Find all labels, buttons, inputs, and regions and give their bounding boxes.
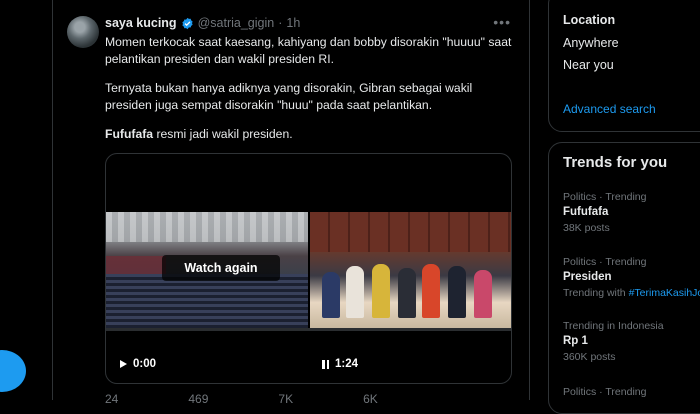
video-player[interactable]: Watch again 0:00 1:24 — [105, 153, 512, 384]
repost-count[interactable]: 469 — [188, 392, 208, 406]
tweet-text: Momen terkocak saat kaesang, kahiyang da… — [105, 34, 515, 143]
tweet-paragraph-3: Fufufafa resmi jadi wakil presiden. — [105, 126, 515, 143]
tweet-header: saya kucing @satria_gigin · 1h — [105, 16, 300, 30]
tweet-actions: 24 469 7K 6K — [105, 392, 378, 406]
seated-person — [474, 270, 492, 318]
seated-person — [322, 272, 340, 318]
view-count[interactable]: 6K — [363, 392, 378, 406]
location-option-near-you[interactable]: Near you — [563, 58, 614, 72]
tweet-paragraph-2: Ternyata bukan hanya adiknya yang disora… — [105, 81, 473, 112]
right-sidebar: Location Anywhere Near you Advanced sear… — [548, 0, 700, 414]
post-timestamp[interactable]: 1h — [286, 16, 300, 30]
play-control[interactable]: 0:00 — [120, 358, 156, 370]
header-separator: · — [278, 16, 283, 30]
seated-person — [422, 264, 440, 318]
seated-person — [346, 266, 364, 318]
assembly-seats — [106, 274, 308, 328]
trend-meta: Politics · Trending — [563, 386, 647, 398]
trend-name: Rp 1 — [563, 335, 588, 347]
seated-person — [448, 266, 466, 318]
reply-count[interactable]: 24 — [105, 392, 118, 406]
trend-meta: Trending in Indonesia — [563, 320, 664, 332]
trend-item[interactable]: Politics · Trending Presiden Trending wi… — [563, 256, 700, 299]
trend-meta: Politics · Trending — [563, 256, 647, 268]
avatar[interactable] — [67, 16, 99, 48]
trend-hashtag-link[interactable]: #TerimaKasihJokowi — [629, 287, 700, 299]
advanced-search-link[interactable]: Advanced search — [563, 102, 656, 116]
video-time-left: 0:00 — [133, 358, 157, 370]
author-display-name[interactable]: saya kucing — [105, 16, 177, 30]
search-filters-panel: Location Anywhere Near you Advanced sear… — [548, 0, 700, 132]
verified-badge-icon — [181, 17, 193, 29]
tweet-paragraph-3-rest: resmi jadi wakil presiden. — [153, 127, 293, 141]
location-option-anywhere[interactable]: Anywhere — [563, 36, 619, 50]
video-progress-bar[interactable] — [106, 328, 511, 331]
trend-item[interactable]: Politics · Trending — [563, 386, 700, 398]
seated-person — [372, 264, 390, 318]
trends-panel: Trends for you Politics · Trending Fufuf… — [548, 142, 700, 414]
pause-control[interactable]: 1:24 — [322, 358, 358, 370]
trends-title: Trends for you — [563, 154, 668, 171]
trend-item[interactable]: Trending in Indonesia Rp 1 360K posts — [563, 320, 700, 363]
trend-item[interactable]: Politics · Trending Fufufafa 38K posts — [563, 191, 700, 234]
location-filter-title: Location — [563, 13, 616, 27]
compose-post-button[interactable] — [0, 350, 26, 392]
tweet-paragraph-1: Momen terkocak saat kaesang, kahiyang da… — [105, 35, 512, 66]
video-time-right: 1:24 — [335, 358, 359, 370]
like-count[interactable]: 7K — [278, 392, 293, 406]
trend-name: Fufufafa — [563, 206, 609, 218]
timeline-column: saya kucing @satria_gigin · 1h ••• Momen… — [52, 0, 530, 406]
watch-again-button[interactable]: Watch again — [162, 255, 280, 281]
wood-panel-wall — [310, 212, 511, 252]
assembly-roof — [106, 212, 308, 242]
pause-icon[interactable] — [322, 359, 329, 369]
trend-related: Trending with #TerimaKasihJokowi — [563, 287, 700, 299]
more-options-icon[interactable]: ••• — [493, 14, 511, 30]
trend-related-prefix: Trending with — [563, 287, 629, 299]
video-frame-right — [310, 212, 511, 328]
tweet-bold-word: Fufufafa — [105, 127, 154, 141]
left-navigation-rail — [0, 0, 52, 400]
author-handle[interactable]: @satria_gigin — [198, 16, 275, 30]
trend-meta: Politics · Trending — [563, 191, 647, 203]
play-icon[interactable] — [120, 360, 127, 368]
seated-person — [398, 268, 416, 318]
trend-name: Presiden — [563, 271, 612, 283]
trend-post-count: 360K posts — [563, 351, 616, 363]
trend-post-count: 38K posts — [563, 222, 610, 234]
